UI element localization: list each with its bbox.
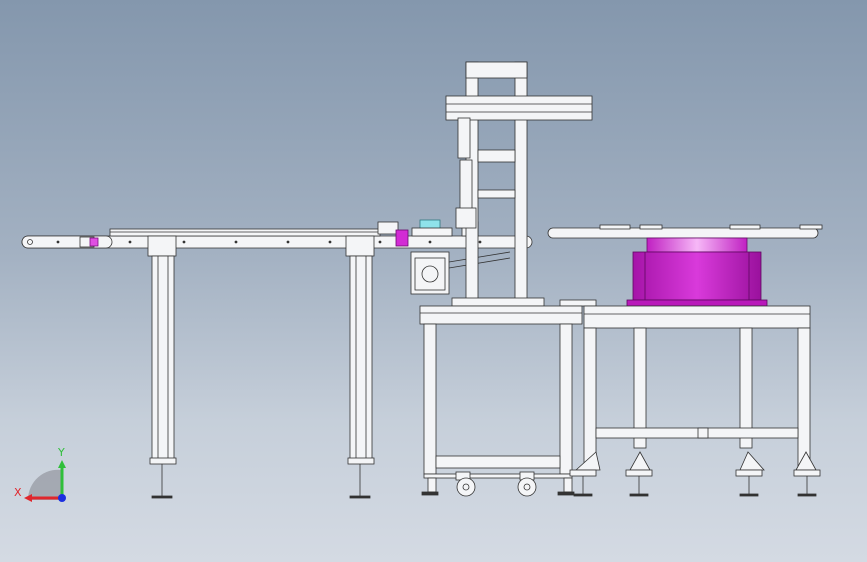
conveyor-leg-left <box>147 235 177 499</box>
cad-viewport[interactable]: X Y <box>0 0 867 562</box>
axis-triad: X Y <box>14 446 66 502</box>
belt-conveyor[interactable] <box>21 219 533 249</box>
gantry-cart[interactable] <box>410 61 597 497</box>
y-axis-label: Y <box>57 446 65 459</box>
rotary-table-frame <box>569 305 821 497</box>
conveyor-leg-right <box>345 235 375 499</box>
z-axis-dot <box>58 494 66 502</box>
assembly-drawing: X Y <box>14 61 823 502</box>
rotary-indexer[interactable] <box>547 224 823 307</box>
x-axis-label: X <box>14 486 22 499</box>
